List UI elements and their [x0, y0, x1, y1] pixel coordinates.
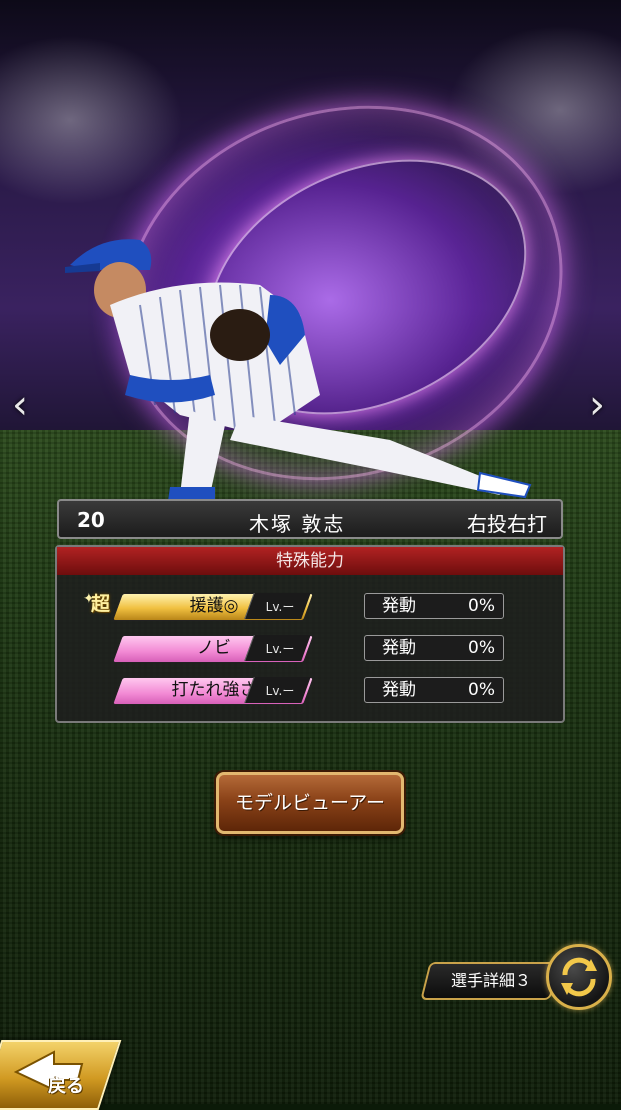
ability-row[interactable]: ✦ 超 援護◎ Lv.ー 発動 0%	[57, 591, 563, 623]
super-badge: 超	[91, 593, 111, 615]
activation-label: 発動	[382, 596, 416, 616]
ability-level: Lv.ー	[265, 684, 295, 698]
previous-player-button[interactable]: ‹	[8, 385, 32, 425]
ability-activation-box: 発動 0%	[364, 593, 504, 619]
activation-label: 発動	[382, 680, 416, 700]
player-detail-button[interactable]: 選手詳細３	[436, 962, 546, 1000]
player-name: 木塚 敦志	[249, 512, 346, 536]
ability-level: Lv.ー	[265, 642, 295, 656]
ability-activation-box: 発動 0%	[364, 635, 504, 661]
ability-row[interactable]: ノビ Lv.ー 発動 0%	[57, 635, 563, 665]
chevron-right-icon: ›	[589, 382, 605, 428]
back-label: 戻る	[48, 1076, 84, 1097]
player-number: 20	[77, 508, 105, 532]
player-info-bar: 20 木塚 敦志 右投右打	[57, 499, 563, 539]
player-handedness: 右投右打	[467, 512, 547, 536]
next-player-button[interactable]: ›	[585, 385, 609, 425]
cycle-detail-button[interactable]	[546, 944, 612, 1010]
ability-row[interactable]: 打たれ強さ Lv.ー 発動 0%	[57, 677, 563, 707]
abilities-header: 特殊能力	[57, 547, 563, 575]
player-image	[65, 239, 532, 501]
ability-level: Lv.ー	[265, 600, 295, 614]
chevron-left-icon: ‹	[12, 382, 28, 428]
model-viewer-button[interactable]: モデルビューアー	[216, 772, 404, 834]
cycle-arrows-icon	[561, 957, 597, 997]
activation-label: 発動	[382, 638, 416, 658]
activation-rate: 0%	[468, 596, 495, 616]
special-abilities-panel: 特殊能力 ✦ 超 援護◎ Lv.ー 発動 0% ノビ Lv.ー 発動 0% 打た…	[55, 545, 565, 723]
ability-activation-box: 発動 0%	[364, 677, 504, 703]
activation-rate: 0%	[468, 638, 495, 658]
activation-rate: 0%	[468, 680, 495, 700]
